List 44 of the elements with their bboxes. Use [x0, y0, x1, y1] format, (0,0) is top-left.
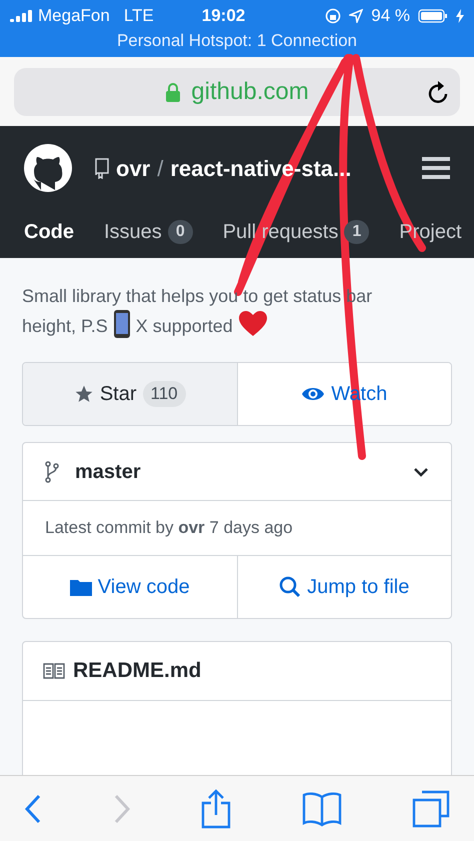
star-count: 110 [142, 381, 186, 407]
network-type: LTE [124, 5, 154, 28]
path-separator: / [157, 154, 164, 183]
star-icon [74, 384, 94, 404]
clock: 19:02 [202, 5, 246, 28]
carrier-name: MegaFon [38, 5, 110, 28]
eye-icon [301, 385, 326, 403]
phone-icon [114, 310, 130, 338]
count-badge: 1 [344, 220, 370, 244]
repo-tab[interactable]: Code [24, 217, 74, 248]
tabs-icon[interactable] [412, 790, 450, 828]
battery-icon [418, 9, 448, 23]
count-badge: 0 [168, 220, 193, 244]
repo-tab[interactable]: Issues 0 [104, 217, 193, 248]
chevron-down-icon [413, 466, 429, 476]
branch-selector[interactable]: master [23, 443, 451, 501]
signal-icon [10, 10, 34, 22]
octocat-logo-icon[interactable] [24, 144, 72, 192]
battery-percent: 94 % [371, 5, 410, 28]
folder-icon [70, 578, 92, 596]
charging-icon [456, 9, 464, 23]
view-code-button[interactable]: View code [23, 556, 238, 618]
lock-icon [165, 82, 182, 102]
location-arrow-icon [349, 9, 364, 23]
repo-icon [94, 157, 110, 180]
repo-owner[interactable]: ovr [116, 152, 150, 185]
heart-icon [238, 311, 267, 337]
jump-to-file-button[interactable]: Jump to file [238, 556, 451, 618]
menu-icon[interactable] [422, 157, 450, 180]
readme-title: README.md [73, 658, 202, 684]
back-icon[interactable] [24, 794, 42, 824]
share-icon[interactable] [201, 788, 231, 828]
url-text: github.com [191, 76, 309, 107]
book-icon [43, 663, 65, 679]
reload-icon[interactable] [428, 80, 450, 104]
branch-icon [45, 460, 59, 482]
description-text: X supported [136, 316, 233, 336]
description-text: height, P.S [22, 316, 108, 336]
rotation-lock-icon [325, 8, 342, 24]
search-icon [279, 576, 302, 598]
book-icon[interactable] [302, 790, 342, 826]
star-button[interactable]: Star 110 [23, 363, 238, 425]
branch-name: master [75, 460, 141, 484]
commit-info: Latest commit by ovr 7 days ago [45, 517, 293, 540]
